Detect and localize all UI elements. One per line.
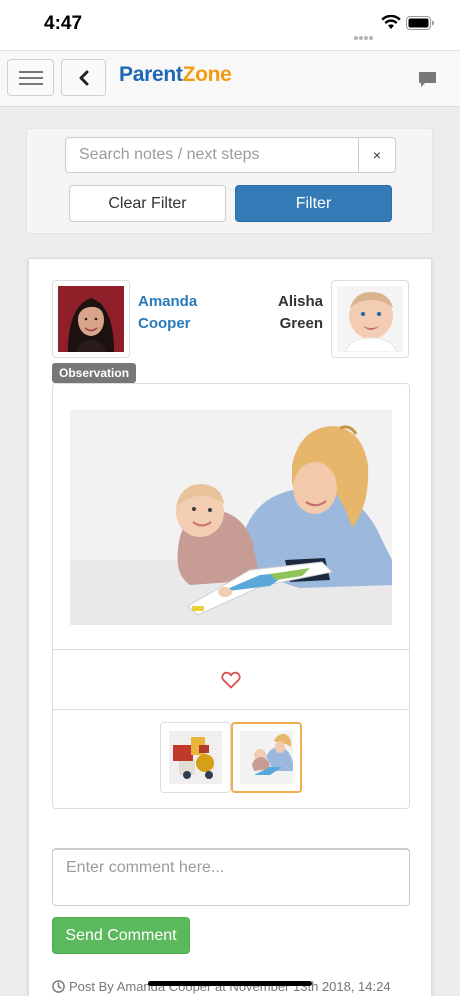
comment-input[interactable]	[53, 850, 409, 905]
home-indicator	[148, 981, 312, 986]
thumbnail-photo	[240, 731, 293, 784]
chat-bubble-icon[interactable]	[418, 71, 437, 88]
clear-filter-button[interactable]: Clear Filter	[69, 185, 226, 222]
brand-logo[interactable]: ParentZone	[119, 63, 232, 87]
signal-dots-icon	[354, 27, 376, 40]
clear-search-button[interactable]: ×	[358, 137, 396, 173]
heart-outline-icon[interactable]	[221, 671, 241, 689]
observation-badge: Observation	[52, 363, 137, 383]
search-input[interactable]	[66, 138, 358, 172]
author-avatar[interactable]	[52, 280, 130, 358]
send-comment-button[interactable]: Send Comment	[52, 917, 190, 954]
search-box	[65, 137, 359, 173]
main-photo[interactable]	[70, 410, 392, 625]
chevron-left-icon	[79, 70, 88, 85]
media-box	[52, 383, 410, 809]
comment-box	[52, 848, 410, 906]
battery-icon	[406, 16, 434, 30]
child-name: Alisha Green	[277, 293, 323, 332]
status-time: 4:47	[44, 13, 83, 34]
navbar: ParentZone	[0, 50, 460, 107]
wifi-icon	[381, 15, 401, 29]
menu-button[interactable]	[7, 59, 54, 96]
status-bar: 4:47	[0, 0, 460, 50]
brand-part-zone: Zone	[182, 63, 232, 86]
filter-panel: × Clear Filter Filter	[26, 128, 433, 234]
author-name-link[interactable]: Amanda Cooper	[138, 291, 238, 335]
media-divider	[53, 709, 409, 710]
back-button[interactable]	[61, 59, 106, 96]
note-card: Amanda Cooper Alisha Green Observation E…	[28, 258, 432, 996]
child-photo	[337, 286, 403, 352]
child-avatar[interactable]	[331, 280, 409, 358]
author-photo	[58, 286, 124, 352]
thumbnail-reading[interactable]	[231, 722, 302, 793]
clock-icon	[52, 980, 65, 993]
hamburger-icon	[18, 70, 43, 85]
thumbnail-toys[interactable]	[160, 722, 231, 793]
brand-part-parent: Parent	[119, 63, 183, 86]
thumbnail-photo	[169, 731, 222, 784]
filter-button[interactable]: Filter	[235, 185, 392, 222]
media-divider	[53, 649, 409, 650]
